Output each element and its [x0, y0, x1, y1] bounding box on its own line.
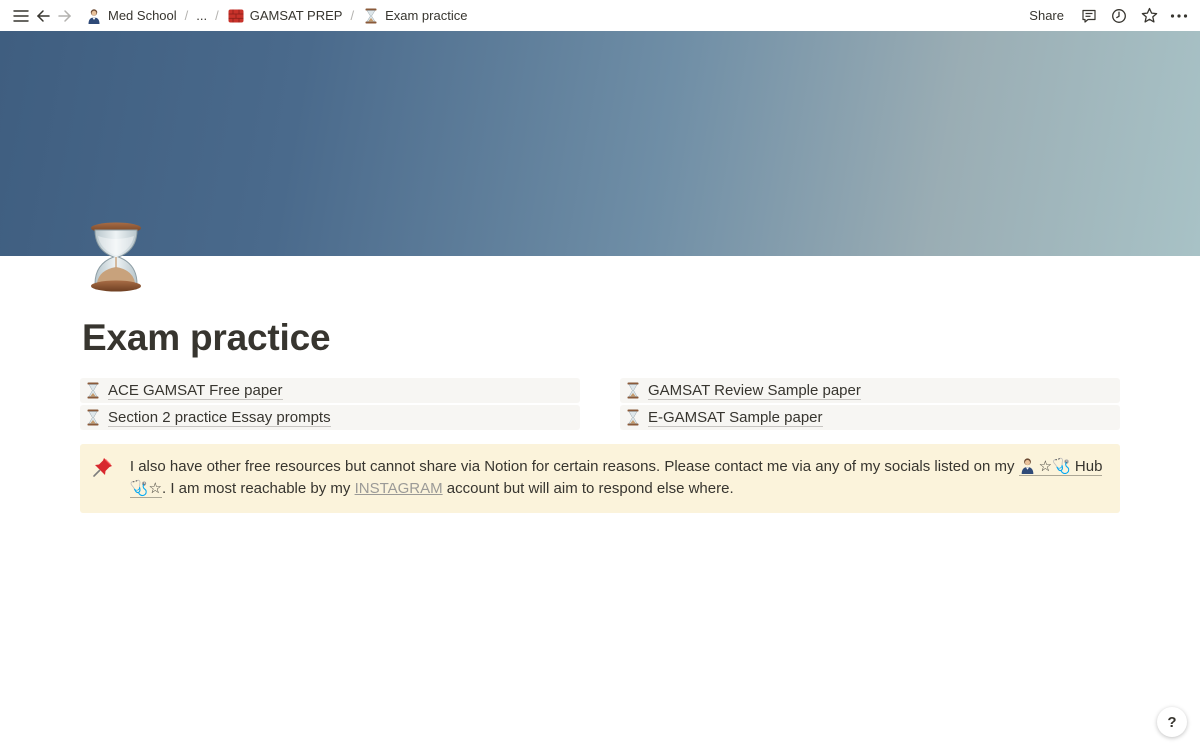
- red-brick-icon: [227, 7, 245, 25]
- breadcrumb-separator: /: [215, 8, 219, 23]
- breadcrumb-label: Med School: [108, 8, 177, 23]
- help-button[interactable]: ?: [1157, 707, 1187, 737]
- callout-text-part: account but will aim to respond else whe…: [442, 480, 734, 497]
- callout-block[interactable]: I also have other free resources but can…: [80, 444, 1120, 513]
- breadcrumb: Med School / ... / GAMSAT PREP / Exam pr…: [80, 5, 472, 27]
- page-link-ace-gamsat[interactable]: ACE GAMSAT Free paper: [80, 378, 580, 403]
- sidebar-menu-icon[interactable]: [10, 5, 32, 27]
- hourglass-icon: [362, 7, 380, 25]
- hourglass-icon: [624, 409, 642, 427]
- breadcrumb-item-gamsat-prep[interactable]: GAMSAT PREP: [222, 5, 348, 27]
- hourglass-icon[interactable]: [86, 222, 146, 292]
- breadcrumb-label: Exam practice: [385, 8, 468, 23]
- page-link-gamsat-review[interactable]: GAMSAT Review Sample paper: [620, 378, 1120, 403]
- breadcrumb-label: GAMSAT PREP: [249, 8, 343, 23]
- callout-text-part: . I am most reachable by my: [161, 480, 355, 497]
- top-bar: Med School / ... / GAMSAT PREP / Exam pr…: [0, 0, 1200, 31]
- hourglass-icon: [84, 382, 102, 400]
- more-icon[interactable]: [1168, 5, 1190, 27]
- page-link-label: GAMSAT Review Sample paper: [648, 381, 861, 400]
- doctor-emoji-icon: [85, 7, 103, 25]
- hourglass-icon: [624, 382, 642, 400]
- doctor-emoji-icon: [1021, 458, 1033, 474]
- breadcrumb-label: ...: [196, 8, 208, 23]
- page-link-label: ACE GAMSAT Free paper: [108, 381, 283, 400]
- pushpin-icon[interactable]: [92, 456, 116, 480]
- callout-text: I also have other free resources but can…: [129, 456, 1104, 501]
- breadcrumb-separator: /: [184, 8, 189, 23]
- page-link-label: Section 2 practice Essay prompts: [108, 408, 331, 427]
- right-column: GAMSAT Review Sample paper E-GAMSAT Samp…: [620, 378, 1120, 432]
- breadcrumb-separator: /: [350, 8, 355, 23]
- back-arrow-icon[interactable]: [32, 5, 54, 27]
- page-link-section-2-essay[interactable]: Section 2 practice Essay prompts: [80, 405, 580, 430]
- breadcrumb-item-med-school[interactable]: Med School: [80, 5, 182, 27]
- page-link-label: E-GAMSAT Sample paper: [648, 408, 823, 427]
- page-cover[interactable]: [0, 31, 1200, 256]
- history-icon[interactable]: [1108, 5, 1130, 27]
- page-title[interactable]: Exam practice: [82, 317, 331, 359]
- page-link-e-gamsat[interactable]: E-GAMSAT Sample paper: [620, 405, 1120, 430]
- breadcrumb-item-exam-practice[interactable]: Exam practice: [357, 5, 472, 27]
- comment-icon[interactable]: [1078, 5, 1100, 27]
- star-icon[interactable]: [1138, 5, 1160, 27]
- callout-text-part: I also have other free resources but can…: [129, 458, 1019, 475]
- breadcrumb-item-ellipsis[interactable]: ...: [191, 6, 212, 25]
- share-button[interactable]: Share: [1023, 5, 1070, 26]
- instagram-link[interactable]: INSTAGRAM: [355, 480, 443, 497]
- forward-arrow-icon[interactable]: [54, 5, 76, 27]
- hourglass-icon: [84, 409, 102, 427]
- top-bar-actions: Share: [1023, 5, 1190, 27]
- left-column: ACE GAMSAT Free paper Section 2 practice…: [80, 378, 580, 432]
